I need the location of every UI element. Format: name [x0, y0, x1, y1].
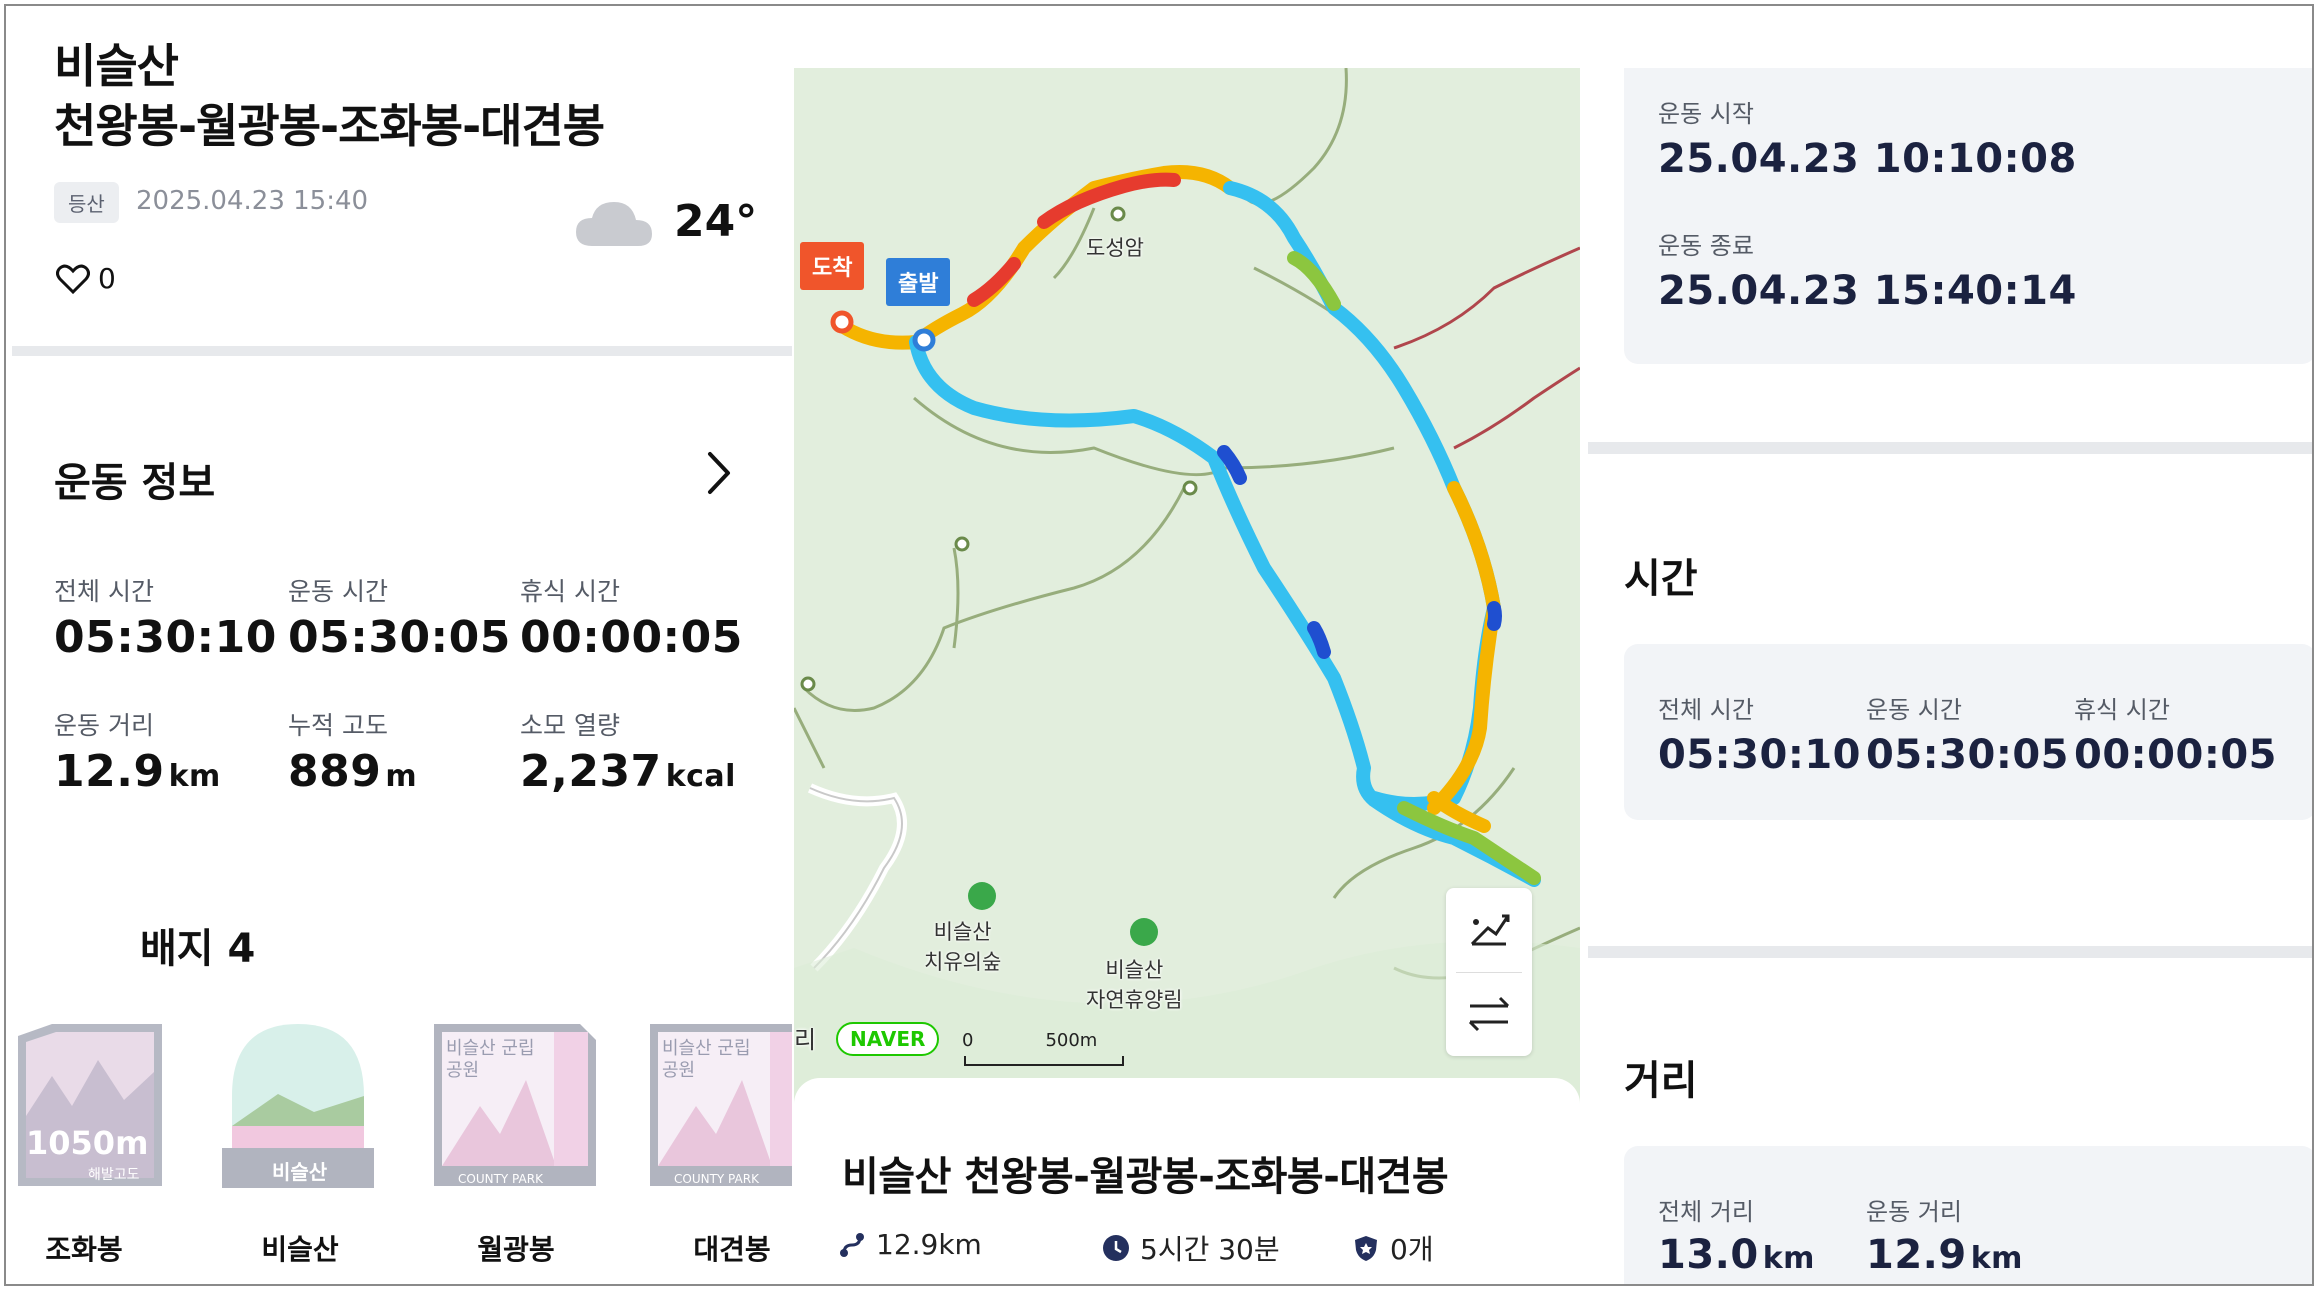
stat-label: 누적 고도 — [288, 711, 388, 740]
time-value: 00:00:05 — [2074, 732, 2277, 778]
badge-altitude-text: 1050m — [26, 1124, 149, 1162]
swap-button[interactable] — [1446, 972, 1532, 1056]
like-count: 0 — [98, 262, 116, 295]
page-subtitle: 천왕봉-월광봉-조화봉-대견봉 — [54, 99, 605, 153]
stat-label: 소모 열량 — [520, 711, 620, 740]
poi-label: 도성암 — [1086, 236, 1144, 260]
section-divider — [1588, 442, 2312, 454]
badge-park-footer: COUNTY PARK — [674, 1172, 759, 1186]
badge-name: 조화봉 — [45, 1233, 123, 1266]
distance-label: 전체 거리 — [1658, 1198, 1754, 1226]
badge-park-footer: COUNTY PARK — [458, 1172, 543, 1186]
badge-name: 비슬산 — [261, 1233, 339, 1266]
stat-value: 05:30:05 — [288, 612, 511, 663]
map-panel: 도착 출발 도성암 비슬산 치유의숲 비슬산 자연휴양림 리 NAVER 0 5… — [794, 68, 1580, 1284]
naver-logo: NAVER — [836, 1022, 940, 1056]
end-label: 운동 종료 — [1658, 232, 1754, 260]
start-label: 운동 시작 — [1658, 100, 1754, 128]
stat-value: 05:30:10 — [54, 612, 277, 663]
start-value: 25.04.23 10:10:08 — [1658, 136, 2077, 182]
elevation-toggle-button[interactable] — [1446, 888, 1532, 972]
badge-park-text: 비슬산 군립공원 — [662, 1038, 751, 1081]
detail-panel: 운동 시작 25.04.23 10:10:08 운동 종료 25.04.23 1… — [1580, 6, 2312, 1284]
time-label: 운동 시간 — [1866, 696, 1962, 724]
section-divider — [12, 346, 792, 356]
map-edge-label: 리 — [794, 1026, 817, 1054]
badge-section-title: 배지 4 — [140, 926, 256, 972]
heart-icon[interactable] — [56, 264, 90, 294]
arrive-marker[interactable]: 도착 — [800, 242, 865, 290]
temperature: 24° — [674, 196, 758, 247]
chevron-right-icon[interactable] — [706, 450, 732, 496]
stat-value: 889 m — [288, 746, 418, 797]
route-icon — [840, 1232, 864, 1257]
stat-value: 12.9 km — [54, 746, 221, 797]
route-duration: 5시간 30분 — [1102, 1228, 1280, 1268]
stat-label: 운동 시간 — [288, 577, 388, 606]
elevation-icon — [1470, 914, 1510, 946]
screenshot-frame: 비슬산 천왕봉-월광봉-조화봉-대견봉 등산 2025.04.23 15:40 … — [4, 4, 2314, 1286]
workout-info-title: 운동 정보 — [54, 460, 216, 506]
scale-bar — [964, 1056, 1124, 1066]
stat-label: 휴식 시간 — [520, 577, 620, 606]
badge-county-park[interactable]: 비슬산 군립공원 COUNTY PARK — [646, 1016, 792, 1196]
clock-icon — [1103, 1235, 1129, 1261]
end-value: 25.04.23 15:40:14 — [1658, 268, 2077, 314]
badge-mountain-text: 비슬산 — [272, 1160, 328, 1184]
shield-icon — [1355, 1236, 1377, 1261]
route-badges: 0개 — [1352, 1228, 1434, 1268]
route-title: 비슬산 천왕봉-월광봉-조화봉-대견봉 — [842, 1154, 1449, 1200]
stat-value: 2,237 kcal — [520, 746, 736, 797]
stat-label: 전체 시간 — [54, 577, 154, 606]
distance-value: 13.0 km — [1658, 1232, 1815, 1278]
route-map[interactable]: 도착 출발 도성암 비슬산 치유의숲 비슬산 자연휴양림 리 NAVER 0 5… — [794, 68, 1580, 1108]
distance-value: 12.9 km — [1866, 1232, 2023, 1278]
time-value: 05:30:10 — [1658, 732, 1861, 778]
left-panel: 비슬산 천왕봉-월광봉-조화봉-대견봉 등산 2025.04.23 15:40 … — [6, 6, 792, 1284]
time-card: 전체 시간 05:30:10 운동 시간 05:30:05 휴식 시간 00:0… — [1624, 644, 2312, 820]
time-title: 시간 — [1624, 556, 1698, 602]
time-label: 전체 시간 — [1658, 696, 1754, 724]
distance-title: 거리 — [1624, 1058, 1698, 1104]
badge-name: 월광봉 — [477, 1233, 555, 1266]
swap-arrows-icon — [1468, 996, 1510, 1032]
badge-mountain[interactable]: 비슬산 — [218, 1016, 374, 1196]
badge-park-text: 비슬산 군립공원 — [446, 1038, 535, 1081]
poi-label: 비슬산 자연휴양림 — [1086, 958, 1183, 1012]
stat-value: 00:00:05 — [520, 612, 743, 663]
scale-label: 0 500m — [962, 1030, 1098, 1051]
poi-label: 비슬산 치유의숲 — [924, 920, 1002, 974]
distance-label: 운동 거리 — [1866, 1198, 1962, 1226]
page-title: 비슬산 — [54, 39, 179, 93]
stat-label: 운동 거리 — [54, 711, 154, 740]
distance-card: 전체 거리 13.0 km 운동 거리 12.9 km — [1624, 1146, 2312, 1284]
badge-county-park[interactable]: 비슬산 군립공원 COUNTY PARK — [430, 1016, 596, 1196]
start-marker[interactable]: 출발 — [886, 258, 951, 306]
route-distance: 12.9km — [838, 1228, 982, 1261]
time-value: 05:30:05 — [1866, 732, 2069, 778]
activity-date: 2025.04.23 15:40 — [136, 186, 369, 216]
activity-tag: 등산 — [54, 182, 119, 223]
route-summary-sheet: 비슬산 천왕봉-월광봉-조화봉-대견봉 12.9km 5시간 30분 0개 — [794, 1078, 1580, 1284]
badge-altitude-subtext: 해발고도 — [88, 1167, 140, 1183]
map-controls — [1446, 888, 1532, 1056]
time-label: 휴식 시간 — [2074, 696, 2170, 724]
badge-altitude[interactable]: 1050m 해발고도 — [12, 1016, 164, 1196]
workout-time-card: 운동 시작 25.04.23 10:10:08 운동 종료 25.04.23 1… — [1624, 68, 2312, 364]
cloud-icon — [576, 202, 652, 246]
section-divider — [1588, 946, 2312, 958]
